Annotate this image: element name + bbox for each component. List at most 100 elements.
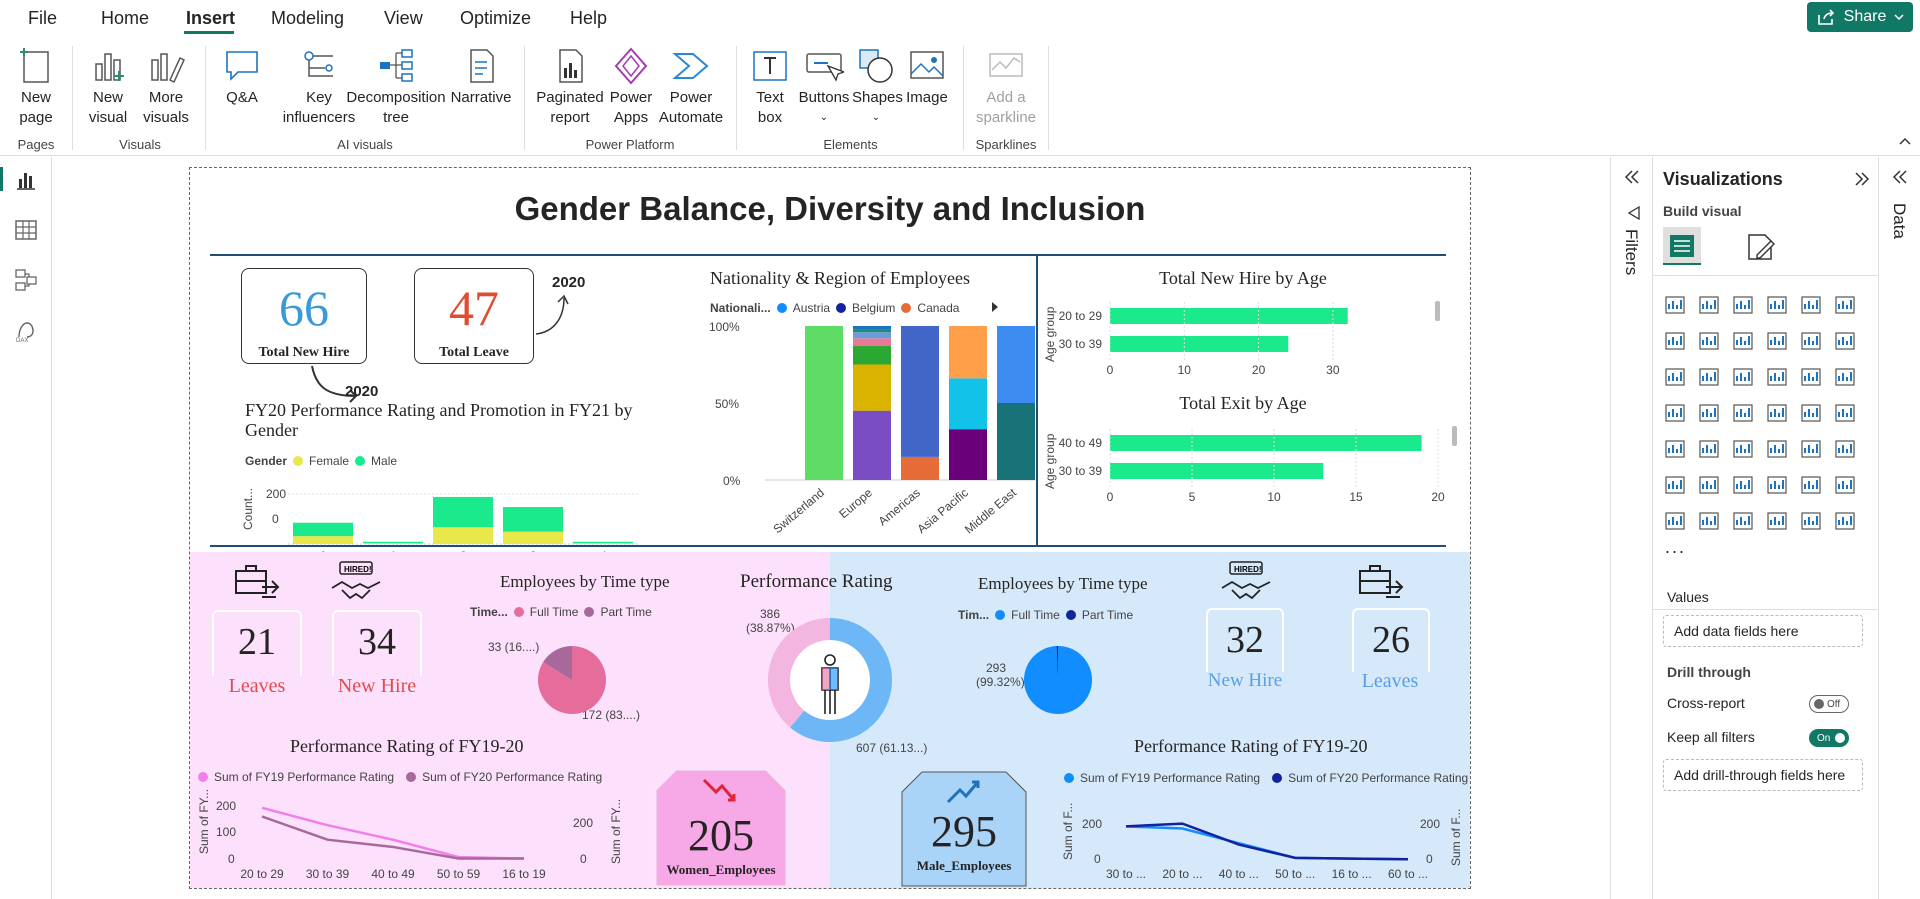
combo-visual-icon[interactable] (1697, 365, 1725, 393)
treemap-visual-icon[interactable] (1663, 401, 1691, 429)
expand-filters-icon[interactable] (1623, 169, 1641, 185)
more-visuals-icon[interactable]: ... (1665, 537, 1686, 558)
keep-filters-toggle[interactable]: On (1809, 729, 1849, 747)
shape-map-visual-icon[interactable] (1765, 509, 1793, 537)
dax-query-view-icon[interactable]: DAX (13, 317, 39, 343)
menu-insert[interactable]: Insert (186, 8, 235, 29)
narrative-visual-icon[interactable] (1799, 473, 1827, 501)
decomposition-tree-button[interactable]: Decomposition tree (346, 46, 446, 128)
kpi-visual-icon[interactable] (1697, 437, 1725, 465)
scatter-visual-icon[interactable] (1765, 365, 1793, 393)
power-automate-2-visual-icon[interactable] (1833, 509, 1861, 537)
line-clustered-visual-icon[interactable] (1663, 365, 1691, 393)
donut-visual-icon[interactable] (1833, 365, 1861, 393)
part-time-dot-icon (1065, 610, 1076, 620)
area-visual-icon[interactable] (1697, 329, 1725, 357)
line-visual-icon[interactable] (1663, 329, 1691, 357)
paginated-visual-icon[interactable] (1663, 509, 1691, 537)
share-button[interactable]: Share (1807, 2, 1913, 32)
menu-home[interactable]: Home (101, 8, 149, 29)
text-box-button[interactable]: Text box (748, 46, 792, 128)
buttons-button[interactable]: Buttons ⌄ (796, 46, 852, 128)
collapse-ribbon-icon[interactable] (1898, 136, 1912, 146)
waterfall-visual-icon[interactable] (1799, 329, 1827, 357)
power-apps-visual-icon[interactable] (1697, 509, 1725, 537)
nationality-chart[interactable]: 100% 50% 0% Switzerland Europe AmericasAsi… (705, 320, 1035, 540)
more-visuals-button[interactable]: More visuals (138, 46, 194, 128)
legend-next-icon[interactable] (990, 301, 1000, 313)
pie-visual-icon[interactable] (1799, 365, 1827, 393)
visualizations-pane: Visualizations Build visual ... Values A… (1652, 157, 1879, 899)
shapes-button[interactable]: Shapes ⌄ (852, 46, 903, 128)
card-visual-icon[interactable] (1833, 401, 1861, 429)
drill-through-drop-zone[interactable]: Add drill-through fields here (1663, 759, 1863, 791)
100-bar-visual-icon[interactable] (1799, 293, 1827, 321)
new-visual-button[interactable]: New visual (85, 46, 131, 128)
women-leaves-card[interactable]: 21 (212, 610, 302, 676)
clustered-bar-visual-icon[interactable] (1731, 293, 1759, 321)
matrix-visual-icon[interactable] (1799, 437, 1827, 465)
power-automate-visual-icon[interactable] (1731, 509, 1759, 537)
gauge-visual-icon[interactable] (1799, 401, 1827, 429)
qa-visual-icon[interactable] (1765, 473, 1793, 501)
women-newhire-card[interactable]: 34 (332, 610, 422, 676)
kpi-total-leave[interactable]: 47 Total Leave (414, 268, 534, 364)
key-influencers-visual-icon[interactable] (1697, 473, 1725, 501)
filled-map-visual-icon[interactable] (1731, 401, 1759, 429)
menu-modeling[interactable]: Modeling (271, 8, 344, 29)
format-visual-icon[interactable] (1745, 231, 1777, 263)
narrative-button[interactable]: Narrative (450, 46, 512, 108)
r-visual-visual-icon[interactable] (1833, 437, 1861, 465)
funnel-visual-icon[interactable] (1731, 365, 1759, 393)
table-visual-icon[interactable] (1765, 437, 1793, 465)
image-button[interactable]: Image (903, 46, 951, 108)
100-column-visual-icon[interactable] (1833, 293, 1861, 321)
women-time-pie[interactable]: 33 (16....) 172 (83....) (480, 623, 680, 733)
table-view-icon[interactable] (13, 217, 39, 243)
women-perf-chart[interactable]: Sum of FY... 200 100 0 200 0 Sum of FY..… (196, 788, 636, 888)
menu-file[interactable]: File (28, 8, 57, 29)
clustered-column-visual-icon[interactable] (1765, 293, 1793, 321)
men-leaves-card[interactable]: 26 (1352, 608, 1430, 672)
exit-age-chart[interactable]: Age group 40 to 49 30 to 39 0 5 10 15 20 (1042, 423, 1452, 523)
cross-report-toggle[interactable]: Off (1809, 695, 1849, 713)
men-newhire-card[interactable]: 32 (1206, 608, 1284, 672)
power-apps-button[interactable]: Power Apps (606, 46, 656, 128)
python-visual-visual-icon[interactable] (1663, 473, 1691, 501)
power-apps-2-visual-icon[interactable] (1799, 509, 1827, 537)
power-automate-button[interactable]: Power Automate (656, 46, 726, 128)
menu-optimize[interactable]: Optimize (460, 8, 531, 29)
values-drop-zone[interactable]: Add data fields here (1663, 615, 1863, 647)
menu-view[interactable]: View (384, 8, 423, 29)
men-time-pie[interactable]: 293 (99.32%) (940, 628, 1140, 738)
new-hire-age-chart[interactable]: Age group 20 to 29 30 to 39 0 10 20 30 (1042, 296, 1442, 396)
paginated-report-button[interactable]: Paginated report (535, 46, 605, 128)
stacked-area-visual-icon[interactable] (1731, 329, 1759, 357)
stacked-column-visual-icon[interactable] (1697, 293, 1725, 321)
model-view-icon[interactable] (13, 267, 39, 293)
new-page-button[interactable]: New page (10, 46, 62, 128)
scrollbar-thumb[interactable] (1452, 426, 1457, 446)
map-visual-icon[interactable] (1697, 401, 1725, 429)
qa-button[interactable]: Q&A (220, 46, 264, 108)
slicer-visual-icon[interactable] (1731, 437, 1759, 465)
men-perf-chart[interactable]: Sum of F... 200 0 200 0 Sum of F... 30 t… (1062, 788, 1468, 888)
scrollbar-thumb[interactable] (1435, 301, 1440, 321)
menu-help[interactable]: Help (570, 8, 607, 29)
stacked-bar-visual-icon[interactable] (1663, 293, 1691, 321)
multi-row-card-visual-icon[interactable] (1663, 437, 1691, 465)
report-view-icon[interactable] (13, 167, 39, 193)
add-sparkline-button[interactable]: Add a sparkline (970, 46, 1042, 128)
data-label[interactable]: Data (1889, 203, 1909, 239)
decomposition-tree-visual-icon[interactable] (1731, 473, 1759, 501)
kpi-total-new-hire[interactable]: 66 Total New Hire (241, 268, 367, 364)
build-visual-tab[interactable] (1663, 227, 1701, 265)
collapse-pane-icon[interactable] (1853, 171, 1871, 187)
filters-label[interactable]: Filters (1621, 229, 1641, 275)
expand-data-icon[interactable] (1891, 169, 1909, 185)
goals-visual-icon[interactable] (1833, 473, 1861, 501)
line-column-visual-icon[interactable] (1833, 329, 1861, 357)
ribbon-visual-icon[interactable] (1765, 329, 1793, 357)
key-influencers-button[interactable]: Key influencers (282, 46, 356, 128)
azure-map-visual-icon[interactable] (1765, 401, 1793, 429)
